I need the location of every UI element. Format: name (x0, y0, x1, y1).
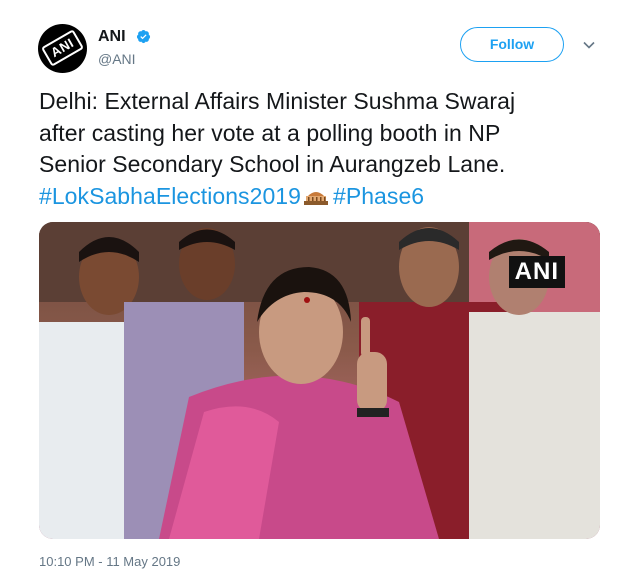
ani-logo: ANI (40, 29, 85, 67)
chevron-down-icon[interactable] (582, 38, 596, 52)
tweet-line: Senior Secondary School in Aurangzeb Lan… (39, 151, 506, 177)
tweet-line: after casting her vote at a polling boot… (39, 119, 501, 146)
hashtag-line: #LokSabhaElections2019 #Phase6 (39, 181, 619, 213)
hashtag-lok-sabha-elections[interactable]: #LokSabhaElections2019 (39, 183, 301, 209)
verified-badge-icon (136, 29, 151, 44)
ani-watermark: ANI (508, 256, 565, 288)
avatar[interactable]: ANI (38, 24, 87, 73)
account-name[interactable]: ANI (98, 27, 126, 47)
hashtag-phase6[interactable]: #Phase6 (333, 183, 424, 209)
tweet-line: Delhi: External Affairs Minister Sushma … (39, 88, 516, 114)
follow-button[interactable]: Follow (460, 27, 564, 62)
tweet-photo[interactable]: ANI (39, 222, 600, 539)
tweet-text: Delhi: External Affairs Minister Sushma … (39, 86, 619, 212)
account-handle[interactable]: @ANI (98, 51, 136, 67)
tweet-timestamp[interactable]: 10:10 PM - 11 May 2019 (39, 554, 180, 570)
parliament-building-emoji-icon (303, 191, 328, 205)
